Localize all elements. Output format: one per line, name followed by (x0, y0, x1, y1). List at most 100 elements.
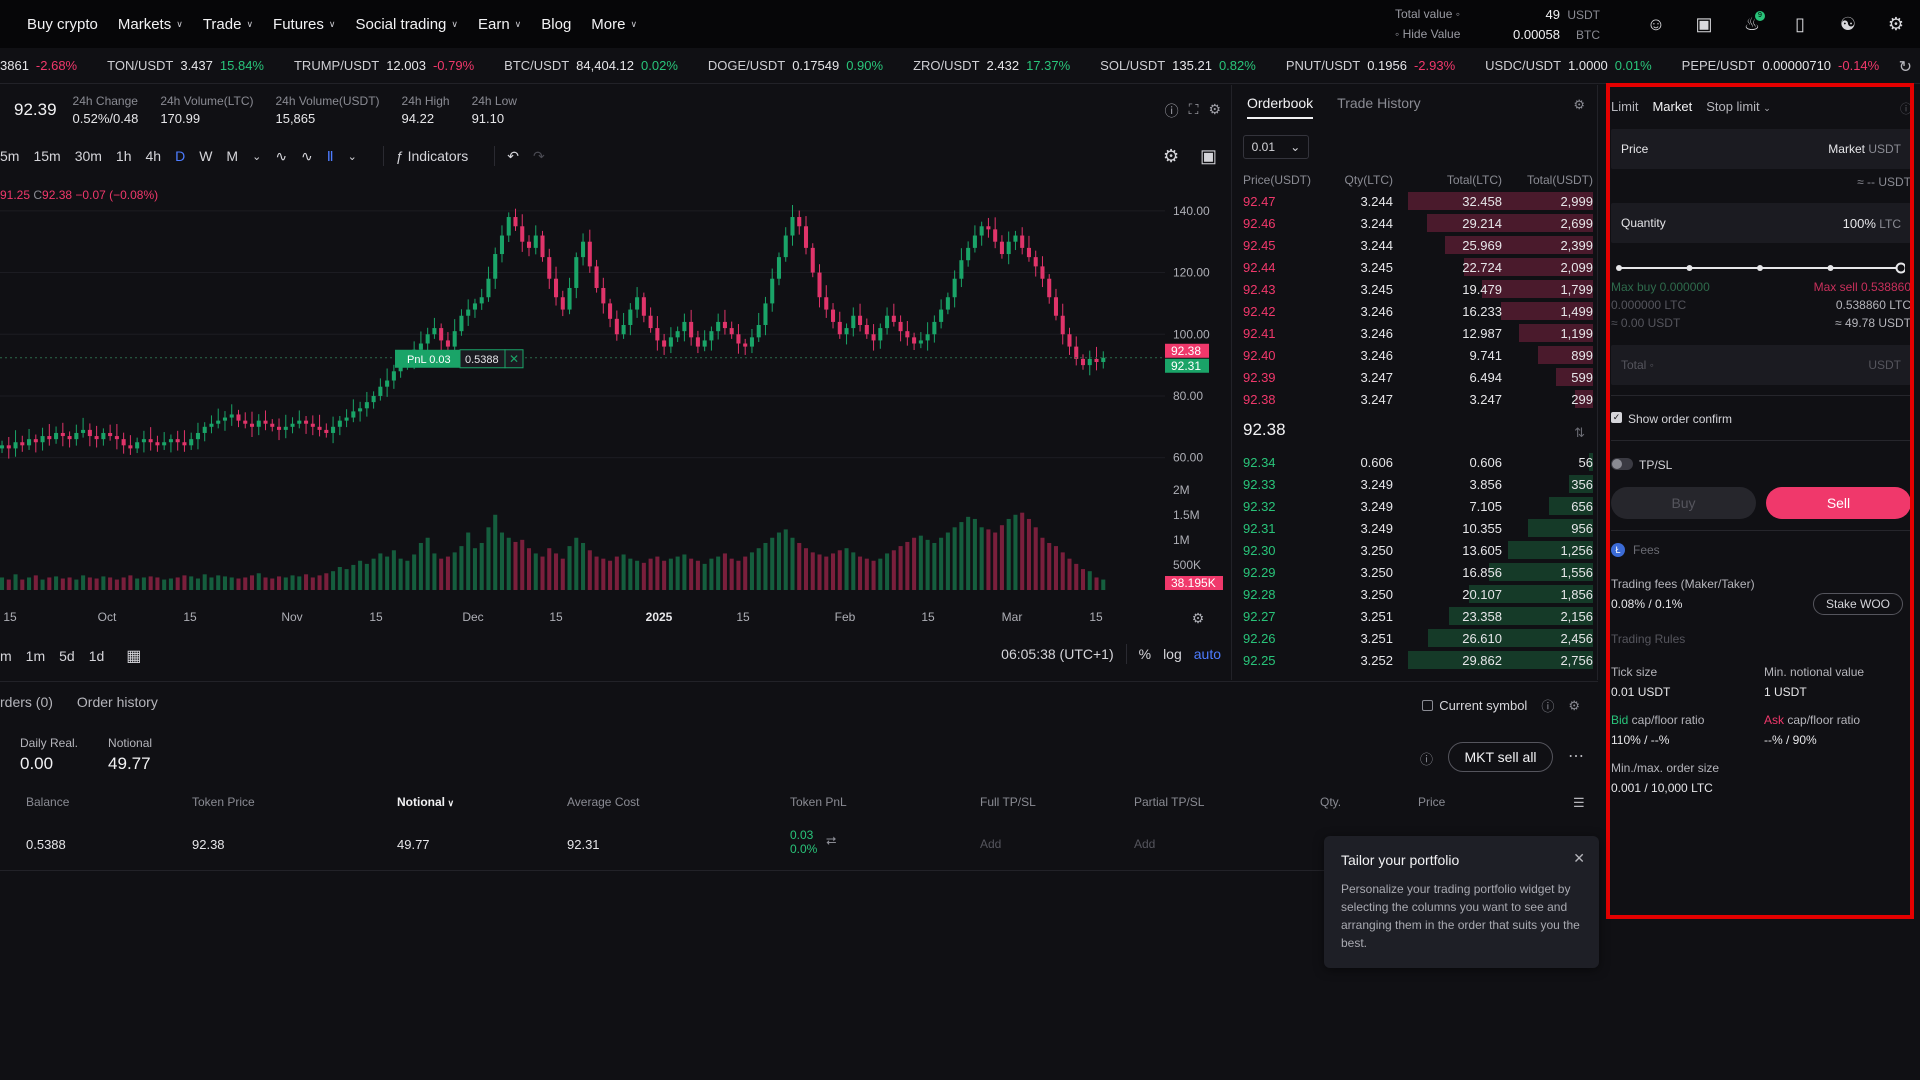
nav-item-trade[interactable]: Trade ∨ (203, 16, 253, 33)
close-icon[interactable]: ✕ (1573, 850, 1585, 867)
show-order-confirm[interactable]: ✓ Show order confirm (1611, 412, 1911, 426)
precision-select[interactable]: 0.01 ⌄ (1243, 135, 1309, 159)
ask-row[interactable]: 92.43 3.245 19.479 1,799 (1243, 278, 1593, 300)
fullscreen-icon[interactable]: ⛶ (1189, 101, 1199, 121)
interval-30m[interactable]: 30m (75, 148, 102, 164)
camera-icon[interactable]: ▣ (1200, 146, 1217, 167)
info-icon[interactable]: ⓘ (1541, 696, 1554, 715)
slider-handle[interactable] (1895, 262, 1906, 274)
bid-row[interactable]: 92.31 3.249 10.355 956 (1243, 517, 1593, 539)
range-5d[interactable]: 5d (59, 648, 75, 664)
partial-tpsl-add[interactable]: Add (1134, 837, 1155, 851)
price-chart[interactable]: 140.00 120.00 100.00 80.00 60.00 2M 1.5M 1M 500K… (0, 180, 1232, 610)
ask-row[interactable]: 92.41 3.246 12.987 1,199 (1243, 322, 1593, 344)
nav-item-markets[interactable]: Markets ∨ (118, 16, 183, 33)
info-icon[interactable]: ⓘ (1420, 749, 1433, 768)
ticker-item[interactable]: USDC/USDT 1.0000 0.01% (1485, 58, 1651, 73)
quantity-slider[interactable] (1615, 261, 1905, 275)
nav-item-more[interactable]: More ∨ (591, 16, 637, 33)
quantity-field[interactable]: Quantity 100% LTC (1611, 203, 1911, 243)
ticker-item[interactable]: ZRO/USDT 2.432 17.37% (913, 58, 1070, 73)
checkbox-icon[interactable]: ✓ (1611, 412, 1622, 423)
bid-row[interactable]: 92.28 3.250 20.107 1,856 (1243, 583, 1593, 605)
tab-orderbook[interactable]: Orderbook (1247, 95, 1314, 119)
col-header[interactable]: Notional ∨ (397, 795, 454, 809)
chart-settings-icon[interactable]: ⚙ (1192, 610, 1205, 627)
columns-icon[interactable]: ☰ (1573, 795, 1585, 811)
full-tpsl-add[interactable]: Add (980, 837, 1001, 851)
ask-row[interactable]: 92.46 3.244 29.214 2,699 (1243, 212, 1593, 234)
hide-value-toggle[interactable]: ◦ Hide Value (1395, 27, 1460, 41)
stake-woo-button[interactable]: Stake WOO (1813, 593, 1903, 615)
refresh-icon[interactable]: ↻ (1899, 57, 1912, 77)
ask-row[interactable]: 92.39 3.247 6.494 599 (1243, 366, 1593, 388)
range-1m[interactable]: 1m (26, 648, 45, 664)
calendar-icon[interactable]: ▦ (126, 646, 141, 666)
globe-icon[interactable]: ☯ (1824, 14, 1872, 35)
interval-1h[interactable]: 1h (116, 148, 132, 164)
bid-row[interactable]: 92.32 3.249 7.105 656 (1243, 495, 1593, 517)
wallet-icon[interactable]: ▣ (1680, 14, 1728, 35)
ticker-item[interactable]: TON/USDT 3.437 15.84% (107, 58, 264, 73)
ticker-item[interactable]: TRUMP/USDT 12.003 -0.79% (294, 58, 474, 73)
bid-row[interactable]: 92.25 3.252 29.862 2,756 (1243, 649, 1593, 671)
indicators-button[interactable]: ƒ Indicators (396, 148, 468, 164)
ticker-item[interactable]: BTC/USDT 84,404.12 0.02% (504, 58, 678, 73)
nav-item-buy-crypto[interactable]: Buy crypto (27, 16, 98, 33)
nav-item-futures[interactable]: Futures ∨ (273, 16, 335, 33)
info-icon[interactable]: ⓘ (1165, 101, 1179, 121)
undo-icon[interactable]: ↶ (507, 148, 519, 165)
bid-row[interactable]: 92.34 0.606 0.606 56 (1243, 451, 1593, 473)
more-icon[interactable]: ⋯ (1568, 746, 1584, 766)
interval-4h[interactable]: 4h (146, 148, 162, 164)
percent-scale-button[interactable]: % (1139, 646, 1151, 662)
auto-scale-button[interactable]: auto (1194, 646, 1221, 662)
interval-15m[interactable]: 15m (33, 148, 60, 164)
bar-chart-icon[interactable]: ∿ (275, 148, 287, 165)
bid-row[interactable]: 92.27 3.251 23.358 2,156 (1243, 605, 1593, 627)
candle-icon[interactable]: Ⅱ (327, 148, 334, 165)
interval-5m[interactable]: 5m (0, 148, 19, 164)
user-icon[interactable]: ☺ (1632, 14, 1680, 35)
chart-settings-icon[interactable]: ⚙ (1208, 101, 1221, 121)
ask-row[interactable]: 92.38 3.247 3.247 299 (1243, 388, 1593, 410)
download-app-icon[interactable]: ▯ (1776, 14, 1824, 35)
tpsl-toggle[interactable]: TP/SL (1611, 458, 1911, 472)
ticker-item[interactable]: PEPE/USDT 0.00000710 -0.14% (1682, 58, 1880, 73)
current-symbol-checkbox[interactable]: Current symbol (1422, 698, 1527, 713)
price-field[interactable]: Price Market USDT (1611, 129, 1911, 169)
interval-D[interactable]: D (175, 148, 185, 164)
bid-row[interactable]: 92.29 3.250 16.856 1,556 (1243, 561, 1593, 583)
range-1d[interactable]: 1d (89, 648, 105, 664)
gear-icon[interactable]: ⚙ (1568, 698, 1580, 714)
ask-row[interactable]: 92.40 3.246 9.741 899 (1243, 344, 1593, 366)
range-partial[interactable]: m (0, 648, 12, 664)
bell-icon[interactable]: ♨ 9 (1728, 10, 1776, 35)
gear-icon[interactable]: ⚙ (1163, 146, 1179, 167)
info-icon[interactable]: ⓘ (1900, 100, 1912, 117)
buy-button[interactable]: Buy (1611, 487, 1756, 519)
mkt-sell-all-button[interactable]: MKT sell all (1448, 742, 1553, 772)
tab-market[interactable]: Market (1652, 99, 1692, 114)
interval-M[interactable]: M (226, 148, 238, 164)
toggle-icon[interactable] (1611, 458, 1633, 470)
ticker-item[interactable]: PNUT/USDT 0.1956 -2.93% (1286, 58, 1455, 73)
depth-toggle-icon[interactable]: ⇅ (1574, 425, 1585, 441)
tab-open-orders[interactable]: rders (0) (0, 694, 53, 710)
line-chart-icon[interactable]: ∿ (301, 148, 313, 165)
chevron-down-icon[interactable]: ⌄ (252, 150, 261, 163)
gear-icon[interactable]: ⚙ (1872, 14, 1920, 35)
nav-item-blog[interactable]: Blog (541, 16, 571, 33)
ask-row[interactable]: 92.44 3.245 22.724 2,099 (1243, 256, 1593, 278)
close-icon[interactable]: ✕ (509, 352, 519, 366)
ask-row[interactable]: 92.42 3.246 16.233 1,499 (1243, 300, 1593, 322)
redo-icon[interactable]: ↷ (533, 148, 545, 165)
bid-row[interactable]: 92.30 3.250 13.605 1,256 (1243, 539, 1593, 561)
ticker-item[interactable]: DOGE/USDT 0.17549 0.90% (708, 58, 883, 73)
bid-row[interactable]: 92.26 3.251 26.610 2,456 (1243, 627, 1593, 649)
ticker-item[interactable]: SOL/USDT 135.21 0.82% (1100, 58, 1256, 73)
ticker-item[interactable]: 3861 -2.68% (0, 58, 77, 73)
interval-W[interactable]: W (199, 148, 212, 164)
tab-limit[interactable]: Limit (1611, 99, 1638, 114)
orderbook-settings-icon[interactable]: ⚙ (1573, 97, 1585, 113)
